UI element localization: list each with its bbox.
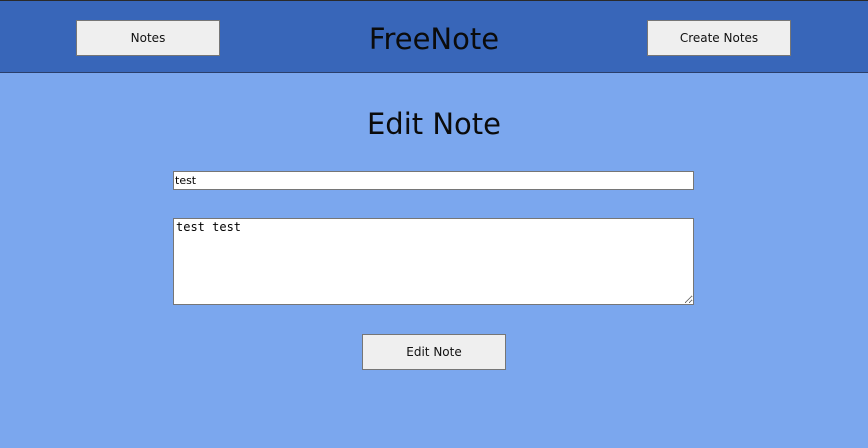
create-notes-button[interactable]: Create Notes	[647, 20, 791, 56]
edit-note-button[interactable]: Edit Note	[362, 334, 506, 370]
page-title: Edit Note	[366, 107, 502, 141]
note-body-textarea[interactable]: test test	[173, 218, 694, 305]
note-title-input[interactable]	[173, 171, 694, 190]
app-header: Notes FreeNote Create Notes	[0, 0, 868, 73]
